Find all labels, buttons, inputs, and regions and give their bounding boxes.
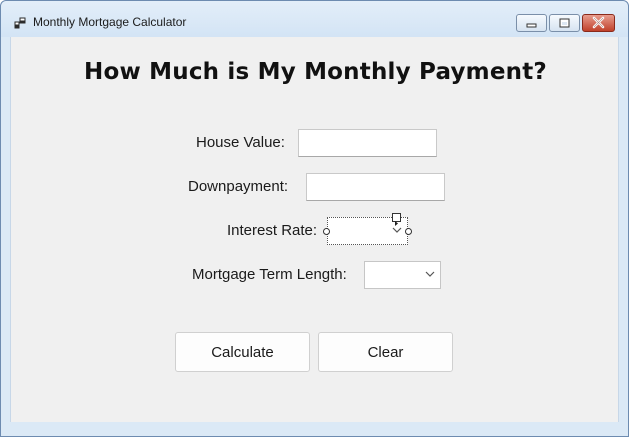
maximize-button[interactable] bbox=[549, 14, 580, 32]
page-title: How Much is My Monthly Payment? bbox=[84, 59, 547, 85]
interest-rate-label: Interest Rate: bbox=[227, 222, 318, 239]
calculate-button[interactable]: Calculate bbox=[175, 332, 310, 372]
form-body: How Much is My Monthly Payment? House Va… bbox=[10, 37, 619, 422]
smart-tag-button[interactable] bbox=[392, 213, 401, 226]
title-bar[interactable]: Monthly Mortgage Calculator bbox=[1, 1, 628, 37]
minimize-button[interactable] bbox=[516, 14, 547, 32]
term-length-label: Mortgage Term Length: bbox=[192, 266, 347, 283]
app-window: Monthly Mortgage Calculator How Much is … bbox=[0, 0, 629, 437]
clear-button[interactable]: Clear bbox=[318, 332, 453, 372]
term-length-select[interactable] bbox=[364, 261, 441, 289]
close-icon bbox=[592, 16, 605, 29]
window-bottom-border bbox=[1, 422, 628, 436]
resize-handle-left[interactable] bbox=[323, 228, 330, 235]
chevron-down-icon bbox=[392, 227, 402, 233]
chevron-down-icon bbox=[425, 271, 435, 277]
house-value-input[interactable] bbox=[298, 129, 437, 157]
close-button[interactable] bbox=[582, 14, 615, 32]
downpayment-input[interactable] bbox=[306, 173, 445, 201]
caret-right-icon bbox=[395, 221, 398, 226]
interest-rate-select[interactable] bbox=[323, 213, 412, 245]
house-value-label: House Value: bbox=[196, 134, 285, 151]
minimize-icon bbox=[526, 23, 537, 28]
maximize-icon bbox=[559, 18, 570, 28]
resize-handle-right[interactable] bbox=[405, 228, 412, 235]
window-title: Monthly Mortgage Calculator bbox=[33, 15, 187, 29]
form-icon bbox=[14, 16, 26, 29]
downpayment-label: Downpayment: bbox=[188, 178, 289, 195]
